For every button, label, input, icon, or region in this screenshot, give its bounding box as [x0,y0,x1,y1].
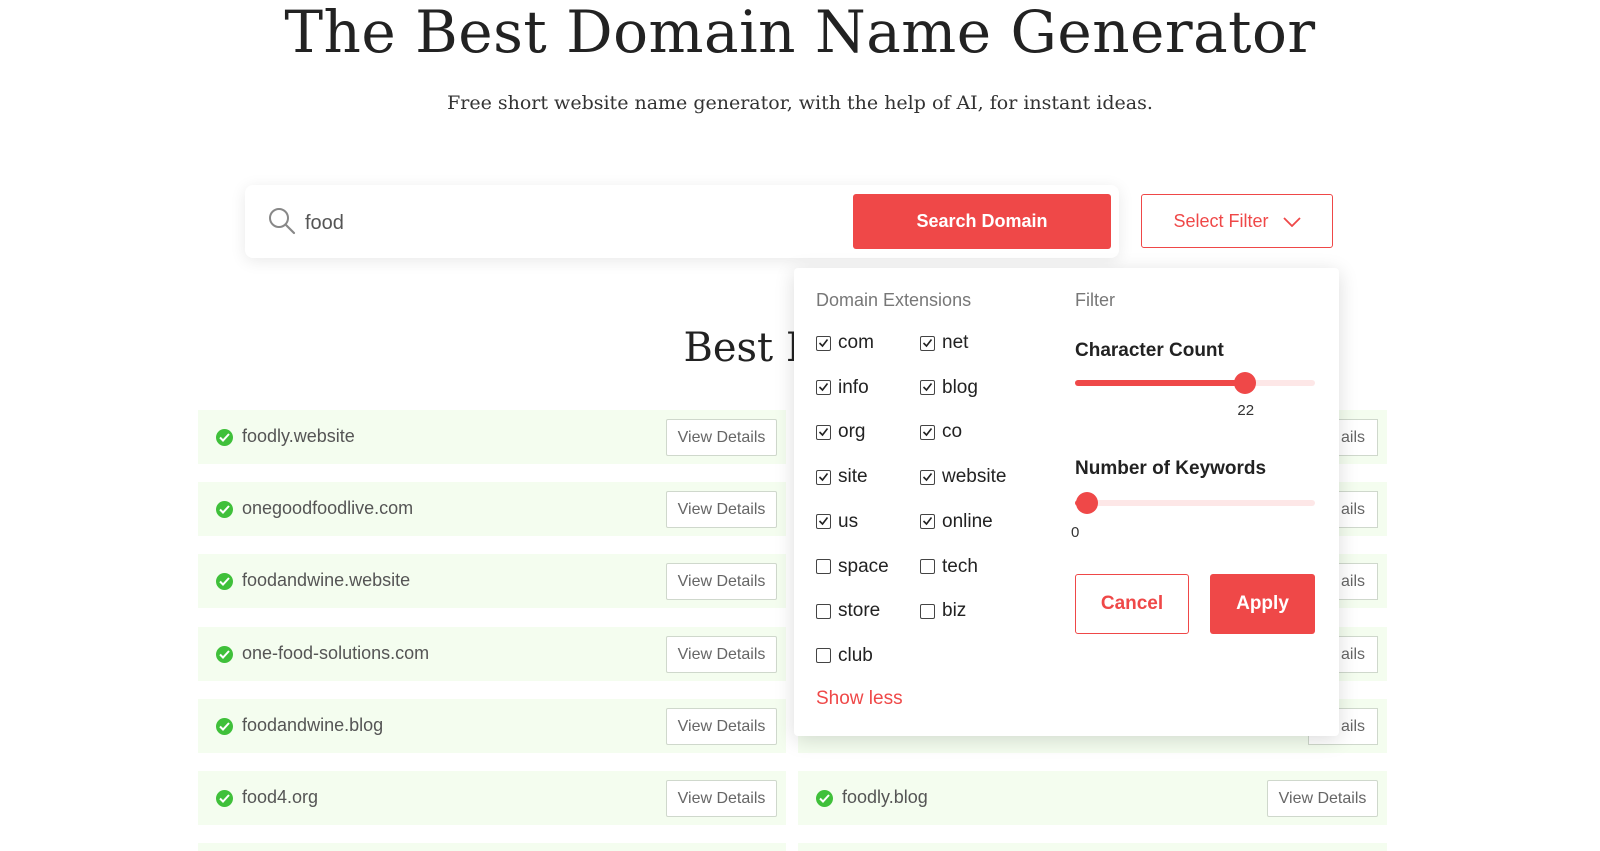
view-details-button[interactable]: View Details [666,780,777,817]
available-check-icon [816,790,833,807]
character-count-thumb[interactable] [1234,372,1257,394]
search-input[interactable] [303,203,807,243]
apply-button[interactable]: Apply [1210,574,1315,634]
extension-label: biz [942,600,967,622]
search-box: Search Domain [245,185,1119,258]
extension-label: blog [942,376,978,398]
extension-label: co [942,421,963,443]
select-filter-label: Select Filter [1173,210,1269,231]
domain-name: foodandwine.blog [242,715,384,735]
available-check-icon [216,501,233,518]
domain-result-row: foodly.blog View Details [798,771,1387,825]
view-details-button[interactable]: View Details [666,708,777,745]
extension-label: store [838,600,881,622]
character-count-value: 22 [1237,402,1255,419]
available-check-icon [216,790,233,807]
extension-checkbox-site[interactable]: site [816,466,868,488]
available-check-icon [216,429,233,446]
extension-label: site [838,466,868,488]
view-details-button[interactable]: View Details [666,636,777,673]
checkbox-checked-icon[interactable] [816,514,831,530]
extension-checkbox-net[interactable]: net [920,332,968,354]
extension-checkbox-tech[interactable]: tech [920,556,978,578]
extension-label: org [838,421,866,443]
domain-name: foodly.website [242,426,355,446]
character-count-label: Character Count [1075,340,1224,361]
extension-label: com [838,332,874,353]
view-details-button[interactable]: View Details [666,419,777,456]
show-less-link[interactable]: Show less [816,688,903,710]
filter-heading: Filter [1075,290,1115,310]
domain-name: foodandwine.website [242,570,411,590]
domain-result-row: food4.org View Details [198,771,786,825]
available-check-icon [216,573,233,590]
extension-label: space [838,555,889,577]
extensions-heading: Domain Extensions [816,290,972,310]
checkbox-empty-icon[interactable] [920,603,935,619]
view-details-button[interactable]: View Details [666,491,777,528]
extension-label: online [942,510,993,532]
extension-checkbox-website[interactable]: website [920,466,1006,488]
extension-checkbox-com[interactable]: com [816,332,874,354]
domain-result-row: foodandwine.website View Details [198,554,786,608]
checkbox-checked-icon[interactable] [816,380,831,396]
available-check-icon [216,718,233,735]
domain-result-row: foodly.website View Details [198,410,786,464]
checkbox-empty-icon[interactable] [816,559,831,574]
checkbox-empty-icon[interactable] [920,559,935,574]
extension-checkbox-org[interactable]: org [816,421,865,443]
domain-name: one-food-solutions.com [242,643,430,663]
checkbox-checked-icon[interactable] [816,335,831,351]
filter-panel: Domain Extensions Filter com net info blog o… [794,268,1339,736]
extension-checkbox-club[interactable]: club [816,645,873,667]
extension-label: club [838,644,873,666]
domain-result-row: one-food-solutions.com View Details [198,627,786,681]
extension-checkbox-info[interactable]: info [816,377,869,399]
page-title: The Best Domain Name Generator [284,0,1316,66]
search-icon [267,206,297,236]
view-details-button[interactable]: View Details [1267,780,1378,817]
checkbox-checked-icon[interactable] [920,335,935,351]
extension-checkbox-online[interactable]: online [920,511,993,533]
extension-checkbox-space[interactable]: space [816,556,889,578]
page-subtitle: Free short website name generator, with … [447,92,1153,114]
keywords-label: Number of Keywords [1075,458,1267,479]
keywords-thumb[interactable] [1076,492,1098,514]
keywords-slider[interactable] [1075,492,1315,514]
extension-label: us [838,510,859,532]
domain-result-row [198,843,786,851]
extension-checkbox-blog[interactable]: blog [920,377,978,399]
checkbox-checked-icon[interactable] [920,514,935,530]
available-check-icon [216,646,233,663]
domain-name: onegoodfoodlive.com [242,498,414,518]
domain-result-row: foodandwine.blog View Details [198,699,786,753]
cancel-button[interactable]: Cancel [1075,574,1189,634]
checkbox-checked-icon[interactable] [920,469,935,485]
select-filter-button[interactable]: Select Filter [1141,194,1333,248]
extension-label: net [942,332,969,353]
extension-label: website [942,466,1007,488]
checkbox-checked-icon[interactable] [920,424,935,440]
domain-name: foodly.blog [842,787,928,807]
chevron-down-icon [1282,211,1301,232]
extension-label: tech [942,555,978,577]
character-count-fill [1075,380,1246,386]
extension-checkbox-store[interactable]: store [816,600,880,622]
domain-name: food4.org [242,787,319,807]
checkbox-empty-icon[interactable] [816,603,831,619]
character-count-slider[interactable] [1075,372,1315,394]
domain-result-row: onegoodfoodlive.com View Details [198,482,786,536]
extension-checkbox-biz[interactable]: biz [920,600,966,622]
extension-label: info [838,376,869,398]
view-details-button[interactable]: View Details [666,563,777,600]
checkbox-checked-icon[interactable] [816,469,831,485]
search-domain-button[interactable]: Search Domain [853,194,1111,249]
checkbox-checked-icon[interactable] [816,424,831,440]
extension-checkbox-us[interactable]: us [816,511,858,533]
keywords-value: 0 [1071,524,1080,541]
extension-checkbox-co[interactable]: co [920,421,962,443]
checkbox-empty-icon[interactable] [816,648,831,664]
checkbox-checked-icon[interactable] [920,380,935,396]
domain-result-row [798,843,1387,851]
